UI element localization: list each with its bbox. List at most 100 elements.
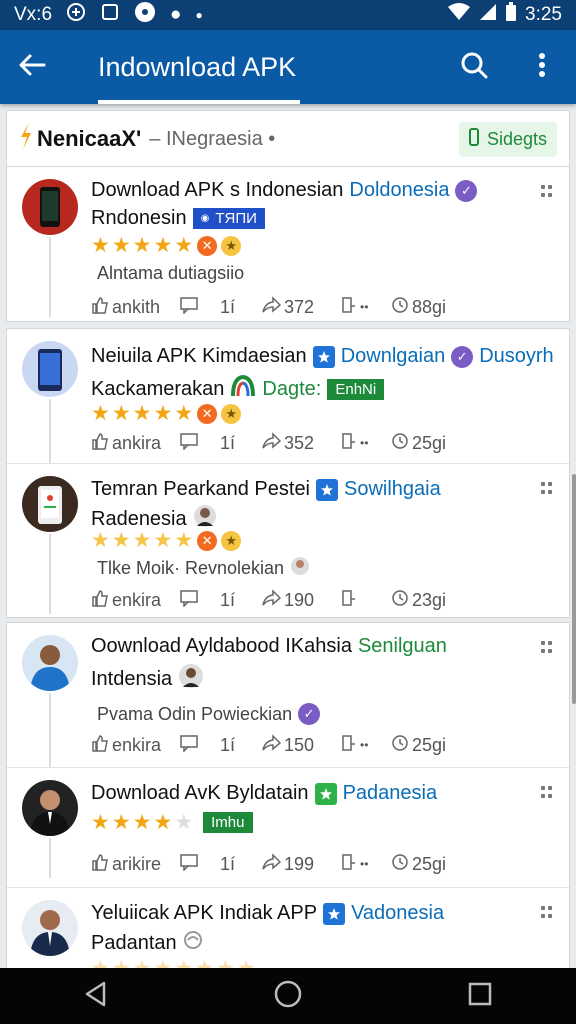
- post-subtitle: Padantan: [91, 931, 177, 954]
- timestamp: 23gi: [391, 589, 446, 612]
- share-button[interactable]: 372: [261, 295, 341, 319]
- post-menu-button[interactable]: [541, 641, 553, 653]
- like-label: enkira: [112, 734, 162, 755]
- post-tag-2[interactable]: Dusoyrh: [479, 345, 553, 368]
- reaction-icon: ✕: [197, 530, 218, 551]
- timestamp-label: 25gi: [412, 432, 447, 453]
- star-icon: ★: [153, 234, 173, 257]
- dot-icon: ●: [170, 4, 182, 25]
- nav-home-button[interactable]: [258, 968, 318, 1024]
- post-tag[interactable]: Downlgaian: [341, 345, 446, 368]
- save-button[interactable]: ••: [341, 432, 391, 455]
- post-pill-label: TЯПИ: [215, 210, 257, 227]
- sync-icon: [66, 2, 86, 28]
- star-icon: ★: [174, 956, 193, 968]
- post-card: Oownload Ayldabood IKahsia Senilguan Int…: [6, 622, 570, 968]
- more-dots-icon: ••: [360, 857, 369, 871]
- search-button[interactable]: [440, 30, 508, 104]
- action-bar: arikire 1í 199 •• 25gi: [91, 850, 561, 878]
- share-count: 372: [284, 296, 315, 317]
- post-tag[interactable]: Vadonesia: [351, 902, 444, 925]
- post-menu-button[interactable]: [541, 185, 553, 197]
- thumb-up-icon: [91, 432, 109, 455]
- source-chip-button[interactable]: Sidegts: [458, 121, 557, 157]
- nav-back-button[interactable]: [66, 968, 126, 1024]
- reaction-icon: ✕: [197, 403, 218, 424]
- post-tag[interactable]: Doldonesia: [349, 179, 449, 202]
- post-tag-3[interactable]: Dagte:: [262, 378, 321, 401]
- rating-stars: ★ ★ ★ ★ ★ ✕ ★: [91, 233, 242, 258]
- thread-line: [49, 838, 51, 878]
- source-brand[interactable]: NenicaaX': [19, 123, 141, 155]
- post-title: Download AvK Byldatain: [91, 782, 309, 804]
- more-options-button[interactable]: [508, 30, 576, 104]
- post-tag[interactable]: Sowilhgaia: [344, 478, 441, 501]
- comment-button[interactable]: 1í: [179, 432, 261, 455]
- swirl-icon: [183, 930, 203, 956]
- post-title-line: Yeluiicak APK Indiak APP Vadonesia: [91, 902, 444, 925]
- comment-button[interactable]: 1í: [179, 589, 261, 612]
- save-button[interactable]: ••: [341, 296, 391, 319]
- like-button[interactable]: enkira: [91, 589, 179, 612]
- clock-icon: [391, 853, 409, 876]
- star-icon: ★: [216, 956, 235, 968]
- post-title: Oownload Ayldabood IKahsia: [91, 635, 352, 657]
- timestamp-label: 88gi: [412, 296, 447, 317]
- save-button[interactable]: [341, 589, 391, 612]
- comment-icon: [179, 296, 199, 319]
- list-item[interactable]: Yeluiicak APK Indiak APP Vadonesia Padan…: [7, 887, 569, 968]
- list-item[interactable]: Download APK s Indonesian Doldonesia ✓ R…: [7, 167, 569, 323]
- post-menu-button[interactable]: [541, 786, 553, 798]
- nav-recents-button[interactable]: [450, 968, 510, 1024]
- comment-button[interactable]: 1í: [179, 296, 261, 319]
- post-caption: Alntama dutiagsiio: [97, 263, 245, 283]
- verified-badge-icon: ✓: [298, 703, 321, 725]
- share-button[interactable]: 199: [261, 852, 341, 876]
- thumb-up-icon: [91, 853, 109, 876]
- share-button[interactable]: 190: [261, 588, 341, 612]
- more-dots-icon: ••: [360, 300, 369, 314]
- post-title: Download APK s Indonesian: [91, 179, 344, 201]
- star-icon: ★: [112, 956, 131, 968]
- post-subtitle: Kackamerakan: [91, 377, 225, 400]
- back-button[interactable]: [0, 30, 64, 104]
- post-tag[interactable]: Senilguan: [358, 635, 447, 658]
- star-empty-icon: ★: [174, 811, 194, 834]
- verified-badge-icon: ✓: [451, 345, 474, 368]
- post-menu-button[interactable]: [541, 906, 553, 918]
- like-button[interactable]: ankith: [91, 296, 179, 319]
- signal-icon: [479, 3, 497, 27]
- post-tag[interactable]: Padanesia: [343, 782, 438, 805]
- post-title-line: Temran Pearkand Pestei Sowilhgaia: [91, 478, 441, 501]
- comment-button[interactable]: 1í: [179, 853, 261, 876]
- post-title-line-2: Rndonesin ◉ TЯПИ: [91, 207, 265, 230]
- list-item[interactable]: Oownload Ayldabood IKahsia Senilguan Int…: [7, 623, 569, 767]
- like-button[interactable]: enkira: [91, 734, 179, 757]
- screenshot-icon: [100, 2, 120, 28]
- share-button[interactable]: 150: [261, 733, 341, 757]
- list-item[interactable]: Temran Pearkand Pestei Sowilhgaia Radene…: [7, 463, 569, 619]
- post-title: Temran Pearkand Pestei: [91, 478, 311, 500]
- list-item[interactable]: Neiuila APK Kimdaesian Downlgaian ✓ Duso…: [7, 329, 569, 463]
- save-button[interactable]: ••: [341, 734, 391, 757]
- post-title-line-2: Intdensia: [91, 663, 204, 695]
- rating-stars: ★ ★ ★ ★ ★ Imhu: [91, 810, 253, 835]
- verified-badge-icon: ✓: [455, 179, 478, 202]
- post-title-line: Download AvK Byldatain Padanesia: [91, 782, 437, 805]
- post-title-line: Neiuila APK Kimdaesian Downlgaian ✓ Duso…: [91, 345, 554, 368]
- share-count: 190: [284, 589, 315, 610]
- bookmark-icon: [341, 296, 357, 319]
- save-button[interactable]: ••: [341, 853, 391, 876]
- scrollbar[interactable]: [572, 474, 576, 704]
- like-button[interactable]: arikire: [91, 853, 179, 876]
- like-button[interactable]: ankira: [91, 432, 179, 455]
- bookmark-icon: [341, 432, 357, 455]
- app-bar: Indownload APK: [0, 30, 576, 104]
- post-menu-button[interactable]: [541, 482, 553, 494]
- share-button[interactable]: 352: [261, 431, 341, 455]
- comment-button[interactable]: 1í: [179, 734, 261, 757]
- brand-logo-icon: [230, 374, 256, 404]
- star-icon: ★: [132, 402, 152, 425]
- list-item[interactable]: Download AvK Byldatain Padanesia ★ ★ ★ ★ ★ I…: [7, 767, 569, 887]
- post-caption-text: Tlke Moik· Revnolekian: [97, 558, 285, 578]
